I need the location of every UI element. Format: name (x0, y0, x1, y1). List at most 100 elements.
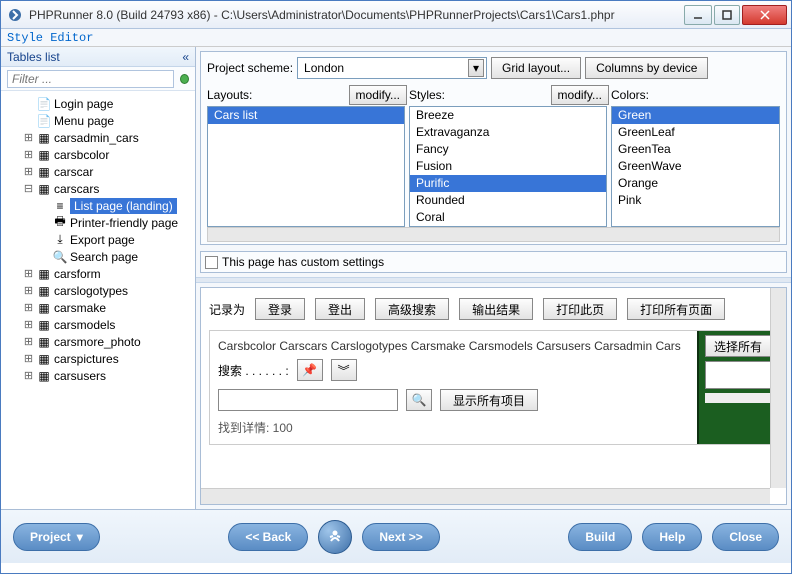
list-option[interactable]: Pink (612, 192, 779, 209)
run-icon[interactable] (318, 520, 352, 554)
tree-item[interactable]: ⊞▦carslogotypes (3, 282, 193, 299)
tree-item[interactable]: 📄Menu page (3, 112, 193, 129)
table-links[interactable]: Carsbcolor Carscars Carslogotypes Carsma… (218, 339, 769, 353)
list-option[interactable]: Coral (410, 209, 606, 226)
build-button[interactable]: Build (568, 523, 632, 551)
project-scheme-select[interactable]: London ▾ (297, 57, 487, 79)
tree-item[interactable]: ⊞▦carsadmin_cars (3, 129, 193, 146)
filter-status-icon[interactable] (180, 74, 189, 84)
maximize-button[interactable] (714, 5, 740, 25)
tree-item-label: Printer-friendly page (70, 216, 178, 230)
table-icon: ▦ (36, 335, 52, 349)
list-option[interactable]: Breeze (410, 107, 606, 124)
list-option[interactable]: Purific (410, 175, 606, 192)
select-all-button[interactable]: 选择所有 (705, 335, 771, 357)
search-label: 搜索 . . . . . . : (218, 362, 289, 379)
tree-item[interactable]: ⊞▦carsmake (3, 299, 193, 316)
list-option[interactable]: Orange (612, 175, 779, 192)
close-button[interactable]: Close (712, 523, 779, 551)
tree-twisty-icon[interactable]: ⊞ (23, 148, 34, 161)
layouts-list[interactable]: Cars list (207, 106, 405, 227)
preview-grid-side: 选择所有 (697, 331, 777, 444)
tree-item[interactable]: 🔍Search page (3, 248, 193, 265)
tree-item[interactable]: 📄Login page (3, 95, 193, 112)
pin-icon[interactable]: 📌 (297, 359, 323, 381)
dropdown-arrow-icon: ▾ (468, 59, 484, 77)
tables-tree[interactable]: 📄Login page📄Menu page⊞▦carsadmin_cars⊞▦c… (1, 91, 195, 509)
horizontal-splitter[interactable] (196, 277, 791, 283)
list-option[interactable]: Rounded (410, 192, 606, 209)
advanced-search-button[interactable]: 高级搜索 (375, 298, 449, 320)
login-button[interactable]: 登录 (255, 298, 305, 320)
tree-item[interactable]: ≡List page (landing) (3, 197, 193, 214)
tree-item[interactable]: ⊞▦carsmodels (3, 316, 193, 333)
preview-toolbar: 记录为 登录 登出 高级搜索 输出结果 打印此页 打印所有页面 (209, 298, 778, 320)
tree-item[interactable]: ⊟▦carscars (3, 180, 193, 197)
list-option[interactable]: GreenLeaf (612, 124, 779, 141)
styles-list[interactable]: BreezeExtravaganzaFancyFusionPurificRoun… (409, 106, 607, 227)
tree-twisty-icon[interactable]: ⊞ (23, 318, 34, 331)
show-all-button[interactable]: 显示所有项目 (440, 389, 538, 411)
list-option[interactable]: Fancy (410, 141, 606, 158)
list-option[interactable]: Fusion (410, 158, 606, 175)
scheme-hscrollbar[interactable] (207, 227, 780, 242)
filter-input[interactable] (7, 70, 174, 88)
tree-item[interactable]: ⊞▦carsform (3, 265, 193, 282)
tree-item-label: carscars (54, 182, 99, 196)
export-results-button[interactable]: 输出结果 (459, 298, 533, 320)
list-option[interactable]: GreenWave (612, 158, 779, 175)
colors-list[interactable]: GreenGreenLeafGreenTeaGreenWaveOrangePin… (611, 106, 780, 227)
modify-styles-button[interactable]: modify... (551, 85, 609, 105)
custom-settings-checkbox[interactable] (205, 256, 218, 269)
print-all-button[interactable]: 打印所有页面 (627, 298, 725, 320)
help-button[interactable]: Help (642, 523, 702, 551)
tree-twisty-icon[interactable]: ⊞ (23, 284, 34, 297)
table-icon: ▦ (36, 301, 52, 315)
tree-twisty-icon[interactable]: ⊟ (23, 182, 34, 195)
logout-button[interactable]: 登出 (315, 298, 365, 320)
project-button[interactable]: Project▾ (13, 523, 100, 551)
tree-twisty-icon[interactable]: ⊞ (23, 369, 34, 382)
close-window-button[interactable] (742, 5, 787, 25)
modify-layouts-button[interactable]: modify... (349, 85, 407, 105)
tree-item-label: carspictures (54, 352, 119, 366)
list-option[interactable]: GreenTea (612, 141, 779, 158)
list-option[interactable]: Green (612, 107, 779, 124)
tree-item[interactable]: ⊞▦carsusers (3, 367, 193, 384)
back-button[interactable]: << Back (228, 523, 308, 551)
list-option[interactable]: Extravaganza (410, 124, 606, 141)
grid-layout-button[interactable]: Grid layout... (491, 57, 581, 79)
tree-twisty-icon[interactable]: ⊞ (23, 335, 34, 348)
print-page-button[interactable]: 打印此页 (543, 298, 617, 320)
tree-item-label: carsusers (54, 369, 106, 383)
style-editor-header: Style Editor (1, 29, 791, 47)
columns-by-device-button[interactable]: Columns by device (585, 57, 708, 79)
preview-hscrollbar[interactable] (201, 488, 770, 504)
tree-item[interactable]: ⊞▦carspictures (3, 350, 193, 367)
tree-item[interactable]: ⤓Export page (3, 231, 193, 248)
project-scheme-value: London (304, 61, 344, 75)
minimize-button[interactable] (684, 5, 712, 25)
tree-item[interactable]: ⊞▦carscar (3, 163, 193, 180)
records-label: 记录为 (209, 301, 245, 318)
next-button[interactable]: Next >> (362, 523, 439, 551)
search-icon[interactable]: 🔍 (406, 389, 432, 411)
tree-twisty-icon[interactable]: ⊞ (23, 267, 34, 280)
tree-twisty-icon[interactable]: ⊞ (23, 301, 34, 314)
list-icon: ≡ (52, 199, 68, 213)
collapse-panel-icon[interactable]: « (182, 50, 189, 64)
tree-item[interactable]: 🖶Printer-friendly page (3, 214, 193, 231)
table-icon: ▦ (36, 131, 52, 145)
search-input[interactable] (218, 389, 398, 411)
list-option[interactable]: Cars list (208, 107, 404, 124)
expand-icon[interactable]: ︾ (331, 359, 357, 381)
tree-item[interactable]: ⊞▦carsbcolor (3, 146, 193, 163)
tree-twisty-icon[interactable]: ⊞ (23, 165, 34, 178)
preview-vscrollbar[interactable] (770, 288, 786, 488)
table-icon: ▦ (36, 318, 52, 332)
tree-twisty-icon[interactable]: ⊞ (23, 352, 34, 365)
tree-twisty-icon[interactable]: ⊞ (23, 131, 34, 144)
tree-item-label: carsmore_photo (54, 335, 141, 349)
tree-item[interactable]: ⊞▦carsmore_photo (3, 333, 193, 350)
search-icon: 🔍 (52, 250, 68, 264)
